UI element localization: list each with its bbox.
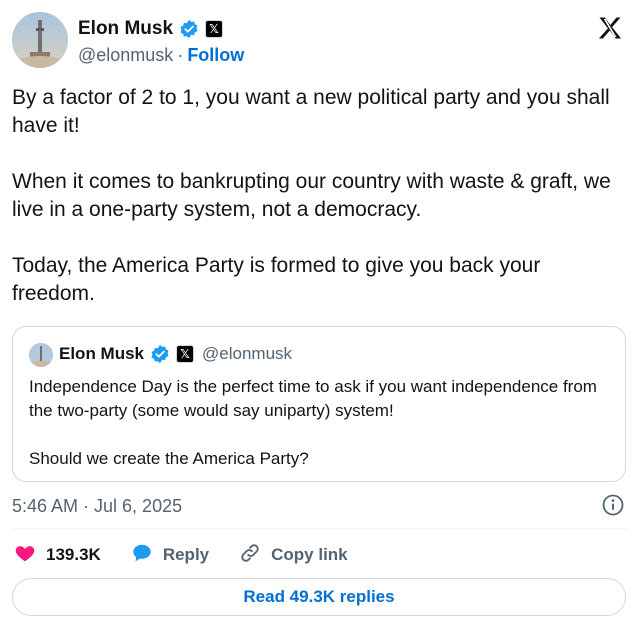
verified-badge-icon bbox=[179, 19, 199, 39]
author-avatar[interactable] bbox=[12, 12, 68, 68]
action-bar: 139.3K Reply Copy link bbox=[14, 540, 378, 570]
quoted-author-avatar bbox=[29, 343, 53, 367]
divider bbox=[12, 528, 628, 529]
tweet-card: Elon Musk 𝕏 @elonmusk · Follow By a fact… bbox=[0, 0, 640, 632]
read-replies-button[interactable]: Read 49.3K replies bbox=[12, 578, 626, 616]
tweet-header: Elon Musk 𝕏 @elonmusk · Follow bbox=[12, 12, 628, 70]
quoted-author-handle: @elonmusk bbox=[202, 344, 293, 363]
x-affiliation-badge-icon: 𝕏 bbox=[205, 20, 224, 38]
x-logo-icon[interactable] bbox=[596, 14, 624, 42]
info-icon[interactable] bbox=[602, 494, 624, 516]
quoted-tweet-text: Independence Day is the perfect time to … bbox=[29, 377, 597, 468]
like-count: 139.3K bbox=[46, 545, 101, 564]
handle-separator: · bbox=[177, 45, 184, 65]
follow-button[interactable]: Follow bbox=[187, 45, 244, 66]
author-handle[interactable]: @elonmusk bbox=[78, 45, 173, 66]
quoted-tweet[interactable]: Elon Musk 𝕏 @elonmusk Independence Day i… bbox=[12, 326, 626, 482]
verified-badge-icon bbox=[150, 344, 170, 364]
copy-link-button[interactable]: Copy link bbox=[239, 542, 348, 569]
link-icon bbox=[239, 542, 261, 569]
x-affiliation-badge-icon: 𝕏 bbox=[176, 345, 195, 363]
author-name[interactable]: Elon Musk bbox=[78, 18, 173, 40]
reply-bubble-icon bbox=[131, 542, 153, 569]
quoted-author-name: Elon Musk bbox=[59, 344, 145, 363]
reply-label: Reply bbox=[162, 545, 210, 564]
reply-button[interactable]: Reply bbox=[131, 542, 209, 569]
copy-link-label: Copy link bbox=[271, 545, 348, 564]
tweet-text: By a factor of 2 to 1, you want a new po… bbox=[12, 86, 611, 305]
like-button[interactable]: 139.3K bbox=[14, 542, 101, 569]
heart-icon bbox=[14, 542, 36, 569]
tweet-timestamp[interactable]: 5:46 AM · Jul 6, 2025 bbox=[12, 496, 182, 517]
